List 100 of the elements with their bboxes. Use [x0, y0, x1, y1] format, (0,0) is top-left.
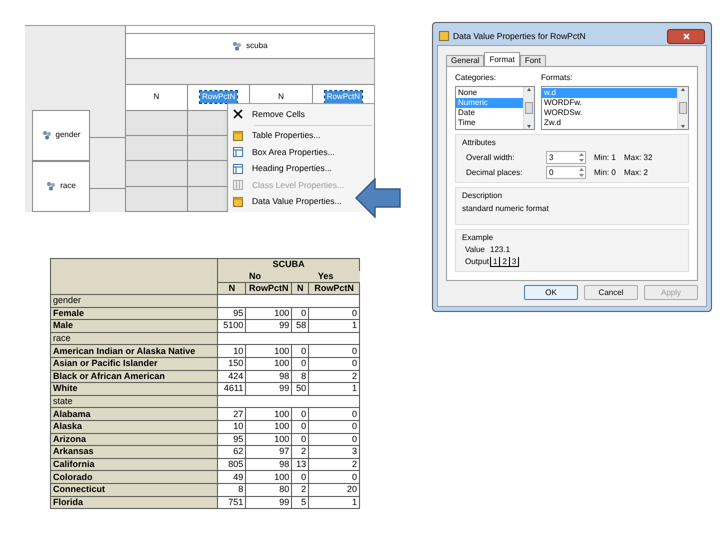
table-cell: 100	[246, 357, 292, 370]
field-label: Value	[465, 244, 486, 256]
scrollbar[interactable]	[523, 87, 534, 129]
table-cell: 97	[246, 446, 292, 458]
field-label: Decimal places:	[465, 166, 524, 178]
column-header: No	[218, 270, 292, 282]
table-cell: 0	[308, 420, 360, 434]
list-item[interactable]: None	[456, 88, 523, 98]
dialog-button[interactable]: OK	[524, 285, 578, 300]
table-icon	[233, 130, 243, 141]
table-cell: 3	[308, 446, 360, 458]
spin-arrows-icon[interactable]	[578, 152, 585, 163]
row-label: Female	[50, 307, 218, 320]
variable-icon	[232, 40, 242, 51]
table-cell: 0	[292, 408, 309, 420]
table-cell: 100	[246, 420, 292, 434]
table-cell: 0	[308, 433, 360, 446]
statistic-heading[interactable]: N	[151, 91, 162, 104]
description-text: standard numeric format	[462, 203, 550, 215]
list-item[interactable]: WORDFw.	[542, 98, 677, 108]
range-text: Max: 32	[624, 152, 652, 164]
row-group-label: state	[50, 395, 218, 408]
row-group-label: race	[50, 332, 218, 345]
table-cell: 10	[218, 344, 246, 358]
table-cell: 100	[246, 433, 292, 446]
row-label: Male	[50, 320, 218, 332]
row-label: American Indian or Alaska Native	[50, 344, 218, 358]
table-cell: 0	[308, 470, 360, 484]
spin-field[interactable]: 3	[546, 151, 586, 164]
row-label: Colorado	[50, 470, 218, 484]
table-cell: 100	[246, 307, 292, 320]
row-label: Florida	[50, 496, 218, 509]
row-label: Arkansas	[50, 446, 218, 458]
dialog-button[interactable]: Cancel	[584, 285, 638, 300]
group-title: Attributes	[462, 137, 497, 149]
table-cell: 1	[308, 382, 360, 396]
table-cell: 0	[308, 344, 360, 358]
table-cell: 99	[246, 382, 292, 396]
tab[interactable]: Format	[484, 52, 520, 66]
range-text: Max: 2	[624, 166, 648, 178]
table-cell: 80	[246, 483, 292, 496]
table-cell: 0	[308, 357, 360, 370]
group-title: Example	[462, 232, 494, 244]
list-box[interactable]: w.d WORDFw. WORDSw. Zw.d	[541, 86, 689, 130]
variable-icon	[42, 130, 52, 140]
window-title: Data Value Properties for RowPctN	[453, 30, 587, 42]
table-cell: 100	[246, 470, 292, 484]
table-icon	[233, 164, 243, 174]
table-cell: 98	[246, 370, 292, 383]
output-digit: 2	[500, 257, 510, 266]
table-cell: 99	[246, 320, 292, 332]
menu-item[interactable]: Data Value Properties...	[228, 194, 374, 210]
row-header-cell[interactable]: gender	[32, 110, 90, 161]
table-cell: 99	[246, 496, 292, 509]
table-icon	[233, 180, 243, 190]
menu-item[interactable]: Box Area Properties...	[228, 144, 374, 160]
row-label: Black or African American	[50, 370, 218, 383]
output-digit: 3	[510, 257, 518, 266]
range-text: Min: 0	[594, 166, 617, 178]
menu-item[interactable]: Table Properties...	[228, 128, 374, 144]
example-value: 123.1	[490, 244, 510, 256]
row-header-cell[interactable]: race	[32, 160, 90, 212]
row-label: Connecticut	[50, 483, 218, 496]
table-icon	[233, 147, 243, 158]
close-icon	[682, 32, 690, 40]
tab[interactable]: Font	[520, 55, 546, 66]
spin-field[interactable]: 0	[546, 166, 586, 179]
spin-arrows-icon[interactable]	[578, 167, 585, 178]
list-item[interactable]: Date	[456, 108, 523, 118]
list-item[interactable]: Zw.d	[542, 118, 677, 128]
table-cell: 0	[308, 408, 360, 420]
table-cell: 1	[308, 320, 360, 332]
column-header: Yes	[292, 270, 360, 282]
list-item[interactable]: Time	[456, 118, 523, 128]
window-icon	[439, 31, 449, 41]
menu-item[interactable]: Remove Cells	[228, 106, 374, 122]
table-cell: 2	[308, 370, 360, 383]
field-label: Output	[465, 256, 490, 268]
row-group-label: gender	[50, 294, 218, 308]
scrollbar[interactable]	[677, 87, 688, 129]
table-cell: 0	[292, 344, 309, 358]
range-text: Min: 1	[594, 152, 617, 164]
left-arrow-icon	[355, 178, 401, 218]
row-label: Arizona	[50, 433, 218, 446]
table-cell: 20	[308, 483, 360, 496]
table-cell: 2	[308, 458, 360, 471]
row-label: Asian or Pacific Islander	[50, 357, 218, 370]
list-box[interactable]: None Numeric Date Time	[455, 86, 535, 130]
list-item[interactable]: WORDSw.	[542, 108, 677, 118]
output-digit: 1	[491, 257, 500, 266]
table-icon	[233, 196, 243, 207]
tab[interactable]: General	[446, 55, 484, 66]
menu-item[interactable]: Heading Properties...	[228, 160, 374, 177]
close-icon	[233, 109, 243, 120]
column-header: RowPctN	[308, 282, 360, 294]
column-header: RowPctN	[246, 282, 292, 294]
table-cell: 100	[246, 344, 292, 358]
close-button[interactable]	[667, 28, 705, 44]
field-label: Overall width:	[465, 152, 516, 164]
statistic-heading[interactable]: N	[276, 91, 286, 104]
